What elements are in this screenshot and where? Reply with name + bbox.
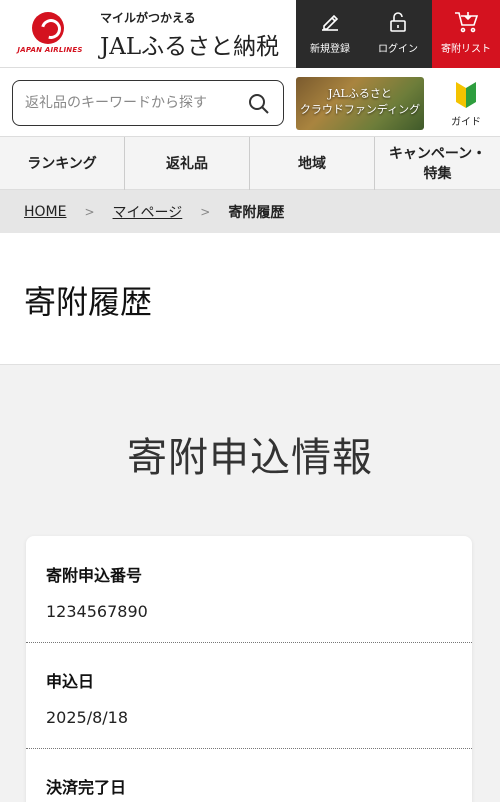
field-value: 2025/8/18 xyxy=(46,708,129,727)
breadcrumb: HOME > マイページ > 寄附履歴 xyxy=(0,190,500,233)
banner-line2: クラウドファンディング xyxy=(299,103,421,116)
field-application-number: 寄附申込番号 1234567890 xyxy=(46,562,466,621)
unlock-icon xyxy=(364,0,432,40)
field-label: 申込日 xyxy=(46,672,95,691)
crane-logo-icon xyxy=(32,12,64,44)
breadcrumb-current: 寄附履歴 xyxy=(228,204,285,221)
page-title-section: 寄附履歴 xyxy=(0,233,500,365)
cart-download-icon xyxy=(432,0,500,40)
breadcrumb-home[interactable]: HOME xyxy=(24,204,66,220)
tagline: マイルがつかえる xyxy=(100,11,196,25)
crowdfunding-banner[interactable]: JALふるさと クラウドファンディング xyxy=(296,77,424,130)
banner-line1: JALふるさと xyxy=(328,87,392,100)
brand-title[interactable]: JALふるさと納税 xyxy=(100,27,279,61)
logo-text: JAPAN AIRLINES xyxy=(17,46,83,54)
nav-item-campaign[interactable]: キャンペーン・ 特集 xyxy=(375,137,500,190)
category-nav: ランキング 返礼品 地域 キャンペーン・ 特集 xyxy=(0,137,500,190)
donation-info-card: 寄附申込番号 1234567890 申込日 2025/8/18 決済完了日 xyxy=(26,536,472,802)
guide-button[interactable]: ガイド xyxy=(436,78,496,130)
wishlist-label: 寄附リスト xyxy=(441,44,491,55)
field-value: 1234567890 xyxy=(46,602,148,621)
login-label: ログイン xyxy=(378,44,418,55)
nav-item-ranking[interactable]: ランキング xyxy=(0,137,125,190)
pencil-edit-icon xyxy=(296,0,364,40)
page-title: 寄附履歴 xyxy=(24,283,153,321)
beginner-mark-icon xyxy=(454,80,478,110)
register-button[interactable]: 新規登録 xyxy=(296,0,364,68)
field-label: 寄附申込番号 xyxy=(46,566,143,585)
divider xyxy=(26,642,472,643)
divider xyxy=(26,748,472,749)
search-input[interactable] xyxy=(25,91,245,115)
site-header: JAPAN AIRLINES マイルがつかえる JALふるさと納税 新規登録 ロ… xyxy=(0,0,500,68)
nav-item-gifts[interactable]: 返礼品 xyxy=(125,137,250,190)
breadcrumb-separator-icon: > xyxy=(84,204,95,219)
breadcrumb-separator-icon: > xyxy=(200,204,211,219)
section-title: 寄附申込情報 xyxy=(127,435,373,481)
field-payment-completed-date: 決済完了日 xyxy=(46,774,466,802)
wishlist-button[interactable]: 寄附リスト xyxy=(432,0,500,68)
nav-item-region[interactable]: 地域 xyxy=(250,137,375,190)
search-icon[interactable] xyxy=(247,92,271,116)
search-row: JALふるさと クラウドファンディング ガイド xyxy=(0,68,500,137)
field-application-date: 申込日 2025/8/18 xyxy=(46,668,466,727)
campaign-label-line2: 特集 xyxy=(423,165,452,182)
register-label: 新規登録 xyxy=(310,44,350,55)
breadcrumb-mypage[interactable]: マイページ xyxy=(113,202,183,222)
campaign-label-line1: キャンペーン・ xyxy=(388,145,487,162)
field-label: 決済完了日 xyxy=(46,778,127,797)
guide-label: ガイド xyxy=(451,117,481,128)
search-box[interactable] xyxy=(12,80,284,126)
login-button[interactable]: ログイン xyxy=(364,0,432,68)
jal-logo[interactable]: JAPAN AIRLINES xyxy=(10,12,90,56)
